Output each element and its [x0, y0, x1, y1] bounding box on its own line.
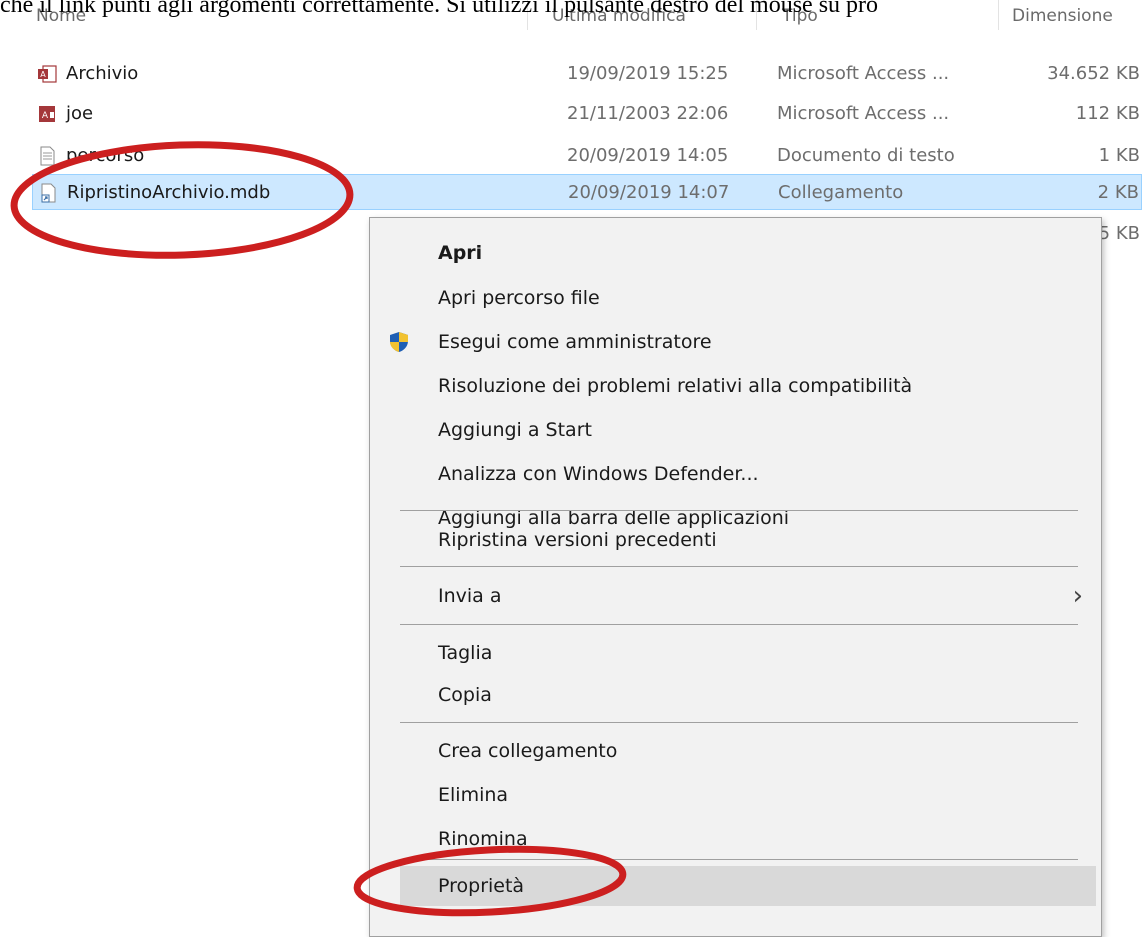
file-modified: 20/09/2019 14:05: [567, 145, 729, 166]
menu-item-aggiungi-a-start[interactable]: Aggiungi a Start: [370, 410, 1101, 450]
menu-item-esegui-come-amministratore[interactable]: Esegui come amministratore: [370, 322, 1101, 362]
menu-item-proprieta[interactable]: Proprietà: [400, 866, 1096, 906]
svg-text:A: A: [40, 70, 46, 79]
menu-item-label: Crea collegamento: [438, 740, 618, 762]
menu-item-label: Copia: [438, 684, 492, 706]
file-size: 5 KB: [1098, 223, 1140, 244]
menu-item-analizza-windows-defender[interactable]: Analizza con Windows Defender...: [370, 454, 1101, 494]
menu-item-label: Esegui come amministratore: [438, 331, 712, 353]
file-name: Archivio: [66, 63, 139, 84]
file-size: 1 KB: [1098, 145, 1140, 166]
menu-item-apri-percorso-file[interactable]: Apri percorso file: [370, 278, 1101, 318]
file-row-selected[interactable]: RipristinoArchivio.mdb 20/09/2019 14:07 …: [32, 174, 1142, 210]
file-row[interactable]: A joe 21/11/2003 22:06 Microsoft Access …: [32, 96, 1142, 132]
file-type: Microsoft Access ...: [777, 63, 950, 84]
chevron-right-icon: ›: [1072, 581, 1083, 611]
file-size: 34.652 KB: [1047, 63, 1140, 84]
menu-item-label: Apri: [438, 242, 483, 264]
svg-text:A: A: [42, 111, 49, 121]
file-name: RipristinoArchivio.mdb: [67, 182, 271, 203]
file-size: 2 KB: [1097, 182, 1139, 203]
text-document-icon: [40, 146, 55, 166]
file-row[interactable]: A Archivio 19/09/2019 15:25 Microsoft Ac…: [32, 56, 1142, 92]
shield-icon: [390, 332, 408, 352]
menu-item-taglia[interactable]: Taglia: [370, 633, 1101, 673]
file-type: Collegamento: [778, 182, 904, 203]
instruction-caption: che il link punti agli argomenti corrett…: [0, 0, 879, 18]
menu-item-ripristina-versioni[interactable]: Ripristina versioni precedenti: [370, 520, 1101, 560]
menu-item-label: Invia a: [438, 585, 502, 607]
file-name: percorso: [66, 145, 145, 166]
access-database-icon: A: [39, 106, 55, 122]
menu-item-label: Apri percorso file: [438, 287, 600, 309]
shortcut-icon: [41, 183, 56, 203]
menu-separator: [400, 624, 1078, 625]
file-modified: 21/11/2003 22:06: [567, 103, 729, 124]
menu-item-label: Ripristina versioni precedenti: [438, 529, 717, 551]
menu-item-copia[interactable]: Copia: [370, 675, 1101, 715]
file-type: Microsoft Access ...: [777, 103, 950, 124]
context-menu: Apri Apri percorso file Esegui come ammi…: [369, 217, 1102, 937]
menu-item-label: Aggiungi a Start: [438, 419, 592, 441]
menu-item-label: Proprietà: [438, 875, 525, 897]
file-name: joe: [66, 103, 94, 124]
menu-item-label: Taglia: [438, 642, 493, 664]
file-modified: 19/09/2019 15:25: [567, 63, 729, 84]
menu-item-label: Elimina: [438, 784, 509, 806]
file-row[interactable]: percorso 20/09/2019 14:05 Documento di t…: [32, 138, 1142, 174]
menu-item-label: Risoluzione dei problemi relativi alla c…: [438, 375, 913, 397]
menu-separator: [400, 566, 1078, 567]
access-database-icon: A: [38, 65, 57, 83]
menu-item-label: Analizza con Windows Defender...: [438, 463, 759, 485]
file-modified: 20/09/2019 14:07: [568, 182, 730, 203]
file-size: 112 KB: [1075, 103, 1140, 124]
menu-item-invia-a[interactable]: Invia a ›: [370, 576, 1101, 616]
menu-item-risoluzione-problemi[interactable]: Risoluzione dei problemi relativi alla c…: [370, 366, 1101, 406]
menu-separator: [400, 859, 1078, 860]
menu-separator: [400, 510, 1078, 511]
menu-item-label: Rinomina: [438, 828, 528, 850]
file-type: Documento di testo: [777, 145, 955, 166]
menu-item-elimina[interactable]: Elimina: [370, 775, 1101, 815]
menu-item-apri[interactable]: Apri: [370, 233, 1101, 273]
menu-item-crea-collegamento[interactable]: Crea collegamento: [370, 731, 1101, 771]
menu-item-rinomina[interactable]: Rinomina: [370, 819, 1101, 859]
menu-separator: [400, 722, 1078, 723]
